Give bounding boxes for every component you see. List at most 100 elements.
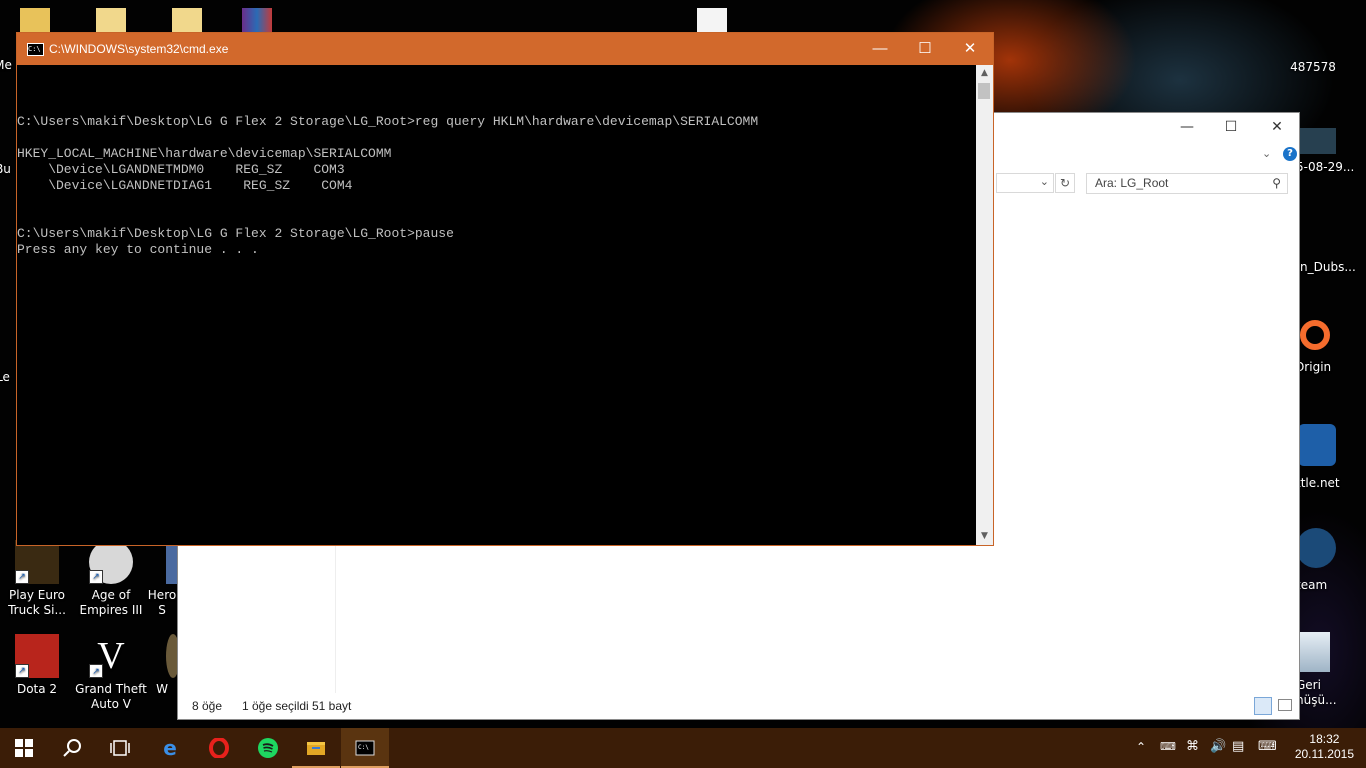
search-placeholder: Ara: LG_Root [1095, 176, 1169, 190]
scroll-down-icon[interactable]: ▼ [976, 528, 993, 545]
desktop-icon-label: team [1296, 578, 1328, 592]
cmd-close-button[interactable]: ✕ [947, 33, 993, 65]
console-line: C:\Users\makif\Desktop\LG G Flex 2 Stora… [17, 226, 454, 241]
cmd-titlebar[interactable]: C:\ C:\WINDOWS\system32\cmd.exe — ☐ ✕ [17, 33, 993, 65]
desktop-icon-label: Le [0, 370, 10, 384]
desktop-icon-dota2[interactable]: ↗ Dota 2 [0, 634, 78, 697]
shortcut-arrow-icon: ↗ [89, 570, 103, 584]
status-item-count: 8 öğe [192, 699, 223, 713]
desktop-icon-label: Bu [0, 162, 11, 176]
address-bar[interactable]: ⌄ [996, 173, 1054, 193]
opera-icon [209, 738, 229, 758]
desktop-icon-screenshot[interactable]: 5-08-29... [1296, 128, 1356, 175]
desktop-icon-label: Origin [1294, 360, 1332, 374]
desktop-icon-w[interactable]: W [142, 634, 182, 697]
taskbar: e C:\ ⌃ ⌨ ⌘ 🔊 ▤ ⌨ 18:32 20.11.2015 [0, 728, 1366, 768]
desktop-icon-label: 487578 [1290, 60, 1336, 74]
desktop-icon-487578[interactable]: 487578 [1272, 26, 1354, 75]
task-view-icon [110, 740, 130, 756]
recycle-bin-icon [1300, 632, 1330, 672]
refresh-icon[interactable]: ↻ [1055, 173, 1075, 193]
console-line: HKEY_LOCAL_MACHINE\hardware\devicemap\SE… [17, 146, 392, 161]
help-icon[interactable]: ? [1283, 147, 1297, 161]
cmd-minimize-button[interactable]: — [857, 33, 903, 65]
desktop-icon-label: Grand Theft Auto V [75, 682, 147, 711]
status-selected: 1 öğe seçildi [242, 699, 309, 713]
desktop-icon-steam[interactable]: team [1296, 528, 1346, 593]
cmd-app-icon: C:\ [27, 43, 44, 56]
folder-icon [307, 742, 325, 755]
dota2-icon: ↗ [15, 634, 59, 678]
large-icons-view-icon[interactable] [1278, 699, 1292, 711]
clock-date: 20.11.2015 [1294, 747, 1354, 761]
show-hidden-icons-chevron-icon[interactable]: ⌃ [1136, 740, 1146, 754]
shortcut-arrow-icon: ↗ [15, 664, 29, 678]
windows-logo-icon [15, 739, 33, 757]
music-file-icon [1300, 212, 1336, 248]
text-file-icon[interactable] [697, 8, 727, 34]
desktop-icon-battlenet[interactable]: ttle.net [1296, 424, 1356, 491]
start-button[interactable] [0, 728, 48, 768]
cmd-scrollbar[interactable]: ▲ ▼ [976, 65, 993, 545]
input-method-icon[interactable]: ⌨ [1160, 740, 1176, 753]
address-dropdown-icon[interactable]: ⌄ [1040, 175, 1049, 188]
folder-icon[interactable] [172, 8, 202, 34]
svg-text:C:\: C:\ [358, 744, 369, 751]
clock[interactable]: 18:32 20.11.2015 [1295, 732, 1354, 762]
desktop-icon-label: n_Dubs... [1300, 260, 1356, 274]
console-line: Press any key to continue . . . [17, 242, 259, 257]
desktop-icon-euro-truck[interactable]: ↗ Play Euro Truck Si... [0, 540, 78, 618]
keyboard-icon[interactable]: ⌨ [1258, 739, 1277, 754]
spotify-button[interactable] [244, 728, 292, 768]
cmd-title: C:\WINDOWS\system32\cmd.exe [49, 42, 229, 56]
desktop-icon-dubs[interactable]: n_Dubs... [1300, 212, 1360, 275]
explorer-close-button[interactable]: ✕ [1254, 113, 1300, 141]
task-view-button[interactable] [96, 728, 144, 768]
cmd-console[interactable]: C:\Users\makif\Desktop\LG G Flex 2 Stora… [17, 65, 977, 545]
search-icon: ⚲ [1272, 176, 1281, 190]
search-button[interactable] [48, 728, 96, 768]
cmd-taskbar-button[interactable]: C:\ [341, 728, 389, 768]
volume-icon[interactable]: 🔊 [1210, 739, 1226, 754]
details-view-icon[interactable] [1254, 697, 1272, 715]
image-file-icon [1300, 128, 1336, 154]
nav-pane-divider [335, 543, 336, 693]
edge-button[interactable]: e [146, 728, 194, 768]
battlenet-icon [1298, 424, 1336, 466]
opera-button[interactable] [195, 728, 243, 768]
explorer-maximize-button[interactable]: ☐ [1208, 113, 1254, 141]
desktop-icon-recycle-bin[interactable]: Geri nüşü... [1296, 632, 1356, 708]
age-of-empires-icon: ↗ [89, 540, 133, 584]
console-line: C:\Users\makif\Desktop\LG G Flex 2 Stora… [17, 114, 759, 129]
desktop-icon-label: Me [0, 58, 12, 72]
explorer-minimize-button[interactable]: — [1164, 113, 1210, 141]
cmd-icon: C:\ [355, 740, 375, 756]
scroll-thumb[interactable] [978, 83, 990, 99]
desktop-icon-label: Hero S [147, 588, 177, 617]
desktop-icon-label: ttle.net [1296, 476, 1340, 490]
euro-truck-icon: ↗ [15, 540, 59, 584]
edge-icon: e [163, 738, 177, 758]
system-tray: ⌃ ⌨ ⌘ 🔊 ▤ ⌨ 18:32 20.11.2015 [1136, 728, 1366, 768]
folder-icon[interactable] [96, 8, 126, 34]
winrar-icon[interactable] [242, 8, 272, 34]
action-center-icon[interactable]: ▤ [1232, 739, 1244, 754]
cmd-window: C:\ C:\WINDOWS\system32\cmd.exe — ☐ ✕ C:… [16, 32, 994, 546]
status-bar: 8 öğe 1 öğe seçildi 51 bayt [178, 695, 1299, 719]
desktop-icon-gta5[interactable]: V ↗ Grand Theft Auto V [70, 634, 152, 712]
scroll-up-icon[interactable]: ▲ [976, 65, 993, 82]
steam-icon [1296, 528, 1336, 568]
desktop-icon-label: 5-08-29... [1296, 160, 1355, 174]
search-input[interactable]: Ara: LG_Root ⚲ [1086, 173, 1288, 194]
shortcut-arrow-icon: ↗ [15, 570, 29, 584]
network-icon[interactable]: ⌘ [1186, 739, 1199, 754]
status-size: 51 bayt [312, 699, 352, 713]
search-icon [63, 739, 81, 757]
ribbon-expand-chevron-icon[interactable]: ⌄ [1262, 147, 1271, 160]
folder-icon[interactable] [20, 8, 50, 34]
file-explorer-button[interactable] [292, 728, 340, 768]
cmd-maximize-button[interactable]: ☐ [902, 33, 948, 65]
shortcut-arrow-icon: ↗ [89, 664, 103, 678]
svg-text:e: e [163, 738, 177, 758]
desktop-icon-label: Dota 2 [16, 682, 58, 696]
